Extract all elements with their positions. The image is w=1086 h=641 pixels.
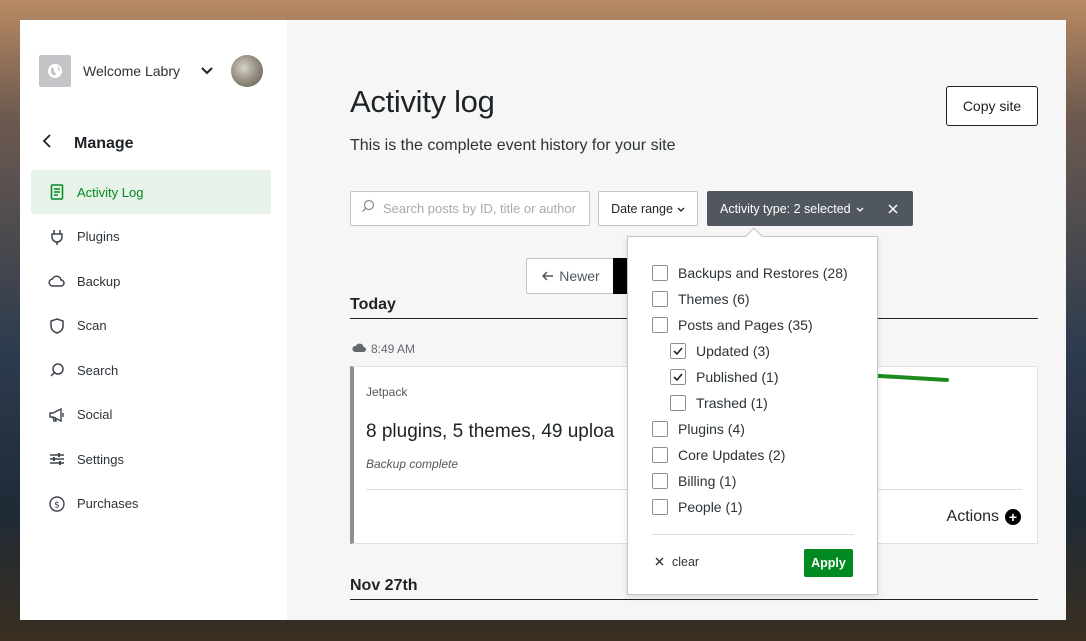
option-published[interactable]: Published (1) (670, 368, 779, 386)
search-icon (361, 199, 375, 218)
event-time: 8:49 AM (351, 342, 415, 356)
checkmark-icon (673, 373, 683, 382)
sliders-icon (48, 450, 66, 468)
actions-button[interactable]: Actions + (947, 508, 1021, 526)
search-input[interactable] (383, 201, 583, 216)
page-title: Activity log (350, 84, 495, 119)
newer-button[interactable]: Newer (526, 258, 616, 294)
option-label: Plugins (4) (678, 421, 745, 437)
site-name: Welcome Labry (83, 63, 181, 79)
sidebar: Welcome Labry Manage Activity Log Plugin… (20, 20, 287, 620)
sidebar-item-purchases[interactable]: $ Purchases (31, 482, 271, 526)
checkbox[interactable] (652, 317, 668, 333)
manage-label: Manage (74, 134, 134, 152)
search-icon (48, 361, 66, 379)
cloud-icon (351, 342, 367, 356)
sidebar-item-plugins[interactable]: Plugins (31, 215, 271, 259)
plus-circle-icon: + (1005, 509, 1021, 525)
sidebar-item-label: Purchases (77, 496, 139, 511)
checkbox[interactable] (670, 395, 686, 411)
option-label: Billing (1) (678, 473, 737, 489)
checkbox[interactable] (652, 421, 668, 437)
copy-site-button[interactable]: Copy site (946, 86, 1038, 126)
event-time-label: 8:49 AM (371, 342, 416, 356)
checkbox-checked[interactable] (670, 369, 686, 385)
option-label: Published (1) (696, 369, 779, 385)
card-title: 8 plugins, 5 themes, 49 uploa (366, 421, 615, 442)
activity-type-dropdown: Backups and Restores (28) Themes (6) Pos… (627, 227, 878, 595)
chevron-down-icon (677, 202, 685, 216)
divider (652, 534, 854, 535)
avatar[interactable] (231, 55, 263, 87)
option-trashed[interactable]: Trashed (1) (670, 394, 768, 412)
megaphone-icon (48, 406, 66, 424)
option-label: Core Updates (2) (678, 447, 786, 463)
date-range-label: Date range (611, 201, 673, 216)
app-window: Welcome Labry Manage Activity Log Plugin… (20, 20, 1066, 620)
option-label: Backups and Restores (28) (678, 265, 848, 281)
chevron-left-icon[interactable] (42, 134, 74, 153)
option-billing[interactable]: Billing (1) (652, 472, 736, 490)
activity-type-button[interactable]: Activity type: 2 selected (707, 191, 913, 226)
option-label: Updated (3) (696, 343, 770, 359)
plug-icon (48, 228, 66, 246)
checkbox[interactable] (652, 447, 668, 463)
search-box[interactable] (350, 191, 590, 226)
chevron-down-icon (856, 202, 864, 216)
sidebar-item-activity-log[interactable]: Activity Log (31, 170, 271, 214)
document-icon (48, 183, 66, 201)
dollar-icon: $ (48, 495, 66, 513)
sidebar-item-search[interactable]: Search (31, 348, 271, 392)
sidebar-item-backup[interactable]: Backup (31, 259, 271, 303)
arrow-left-icon (542, 268, 554, 284)
sidebar-item-settings[interactable]: Settings (31, 437, 271, 481)
checkbox[interactable] (652, 499, 668, 515)
close-icon (655, 555, 664, 569)
globe-icon (39, 55, 71, 87)
sidebar-item-label: Settings (77, 451, 124, 467)
chevron-down-icon[interactable] (201, 64, 213, 78)
checkbox[interactable] (652, 265, 668, 281)
svg-text:$: $ (54, 500, 60, 510)
option-core-updates[interactable]: Core Updates (2) (652, 446, 785, 464)
sidebar-item-label: Activity Log (77, 184, 144, 200)
sidebar-item-label: Scan (77, 318, 107, 333)
checkbox-checked[interactable] (670, 343, 686, 359)
option-people[interactable]: People (1) (652, 498, 743, 516)
sidebar-item-label: Backup (77, 273, 121, 289)
manage-header[interactable]: Manage (42, 134, 134, 153)
sidebar-item-label: Social (77, 407, 113, 422)
sidebar-item-scan[interactable]: Scan (31, 304, 271, 348)
checkbox[interactable] (652, 291, 668, 307)
option-themes[interactable]: Themes (6) (652, 290, 750, 308)
option-label: Posts and Pages (35) (678, 317, 813, 333)
sidebar-item-social[interactable]: Social (31, 393, 271, 437)
option-updated[interactable]: Updated (3) (670, 342, 770, 360)
option-posts-and-pages[interactable]: Posts and Pages (35) (652, 316, 813, 334)
sidebar-item-label: Search (77, 362, 119, 378)
actions-label: Actions (946, 508, 999, 525)
site-switcher[interactable]: Welcome Labry (39, 54, 269, 88)
card-subtitle: Backup complete (366, 457, 459, 471)
page-subtitle: This is the complete event history for y… (350, 137, 676, 154)
checkmark-icon (673, 347, 683, 356)
date-range-button[interactable]: Date range (598, 191, 698, 226)
option-backups-and-restores[interactable]: Backups and Restores (28) (652, 264, 848, 282)
apply-button[interactable]: Apply (804, 549, 853, 577)
option-label: People (1) (678, 499, 743, 515)
clear-label: clear (672, 555, 700, 569)
option-plugins[interactable]: Plugins (4) (652, 420, 745, 438)
newer-label: Newer (559, 268, 600, 284)
option-label: Themes (6) (678, 291, 750, 307)
option-label: Trashed (1) (696, 395, 768, 411)
sidebar-nav: Activity Log Plugins Backup Scan Search … (31, 170, 271, 526)
checkbox[interactable] (652, 473, 668, 489)
clear-filter-icon[interactable] (888, 201, 898, 217)
card-source: Jetpack (366, 385, 408, 399)
cloud-icon (48, 272, 66, 290)
sidebar-item-label: Plugins (77, 229, 120, 244)
activity-type-label: Activity type: 2 selected (720, 201, 851, 216)
shield-icon (48, 317, 66, 335)
clear-button[interactable]: clear (655, 555, 699, 569)
